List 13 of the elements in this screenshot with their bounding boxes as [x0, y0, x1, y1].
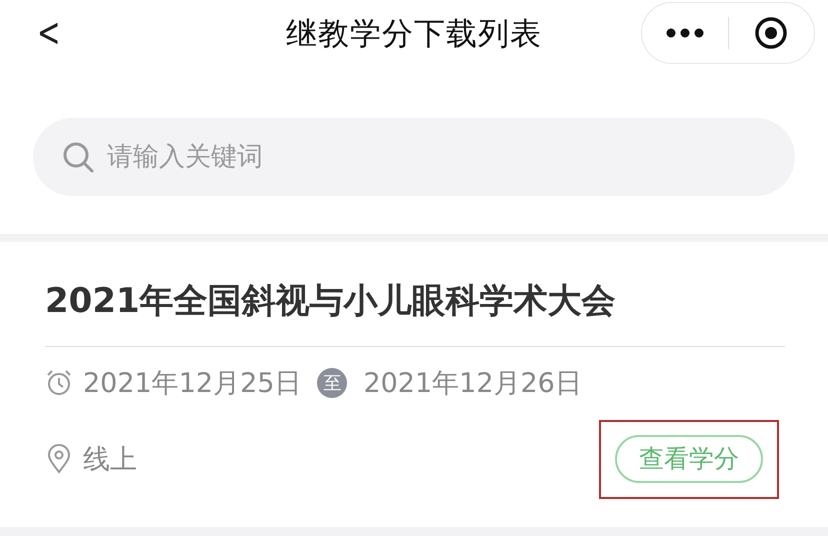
event-title: 2021年全国斜视与小儿眼科学术大会 [45, 264, 785, 347]
location-pin-icon [45, 444, 73, 474]
more-icon [666, 28, 704, 38]
event-location: 线上 [83, 443, 137, 477]
end-date: 2021年12月26日 [363, 367, 582, 401]
search-icon [61, 140, 95, 174]
target-icon [754, 16, 788, 50]
range-separator: 至 [317, 368, 348, 398]
back-button[interactable]: < [32, 10, 65, 56]
page-title: 继教学分下载列表 [286, 15, 542, 54]
start-date: 2021年12月25日 [83, 367, 302, 401]
alarm-clock-icon [45, 369, 73, 397]
search-field[interactable]: 请输入关键词 [33, 118, 795, 196]
